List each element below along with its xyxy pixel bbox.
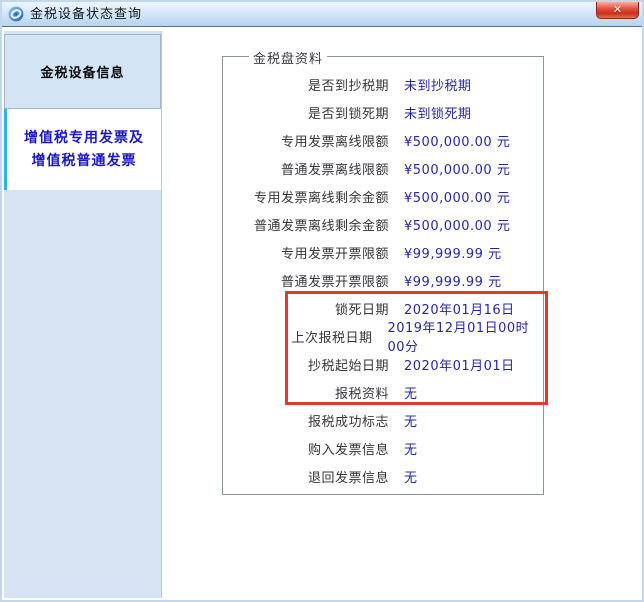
field-label: 专用发票离线限额 [280, 134, 389, 150]
field-label: 普通发票离线限额 [280, 162, 389, 178]
field-label: 报税成功标志 [307, 414, 389, 430]
table-row: 报税资料无 [223, 378, 543, 406]
sidebar: 金税设备信息 增值税专用发票及增值税普通发票 [4, 31, 162, 598]
close-button[interactable]: ✕ [596, 2, 639, 19]
field-label: 退回发票信息 [307, 470, 389, 486]
field-value: ¥500,000.00 元 [404, 162, 511, 178]
field-label: 购入发票信息 [307, 442, 389, 458]
field-value: 无 [404, 386, 418, 402]
field-label: 普通发票开票限额 [280, 274, 389, 290]
table-row: 普通发票离线剩余金额 ¥500,000.00 元 [223, 210, 543, 238]
table-row: 上次报税日期 2019年12月01日00时00分 [223, 321, 543, 355]
table-row: 退回发票信息无 [223, 462, 543, 490]
table-row: 普通发票开票限额 ¥99,999.99 元 [223, 266, 543, 294]
field-value: ¥99,999.99 元 [404, 246, 502, 262]
groupbox-title: 金税盘资料 [249, 48, 328, 67]
table-row: 专用发票开票限额 ¥99,999.99 元 [223, 238, 543, 266]
field-value: 无 [404, 442, 418, 458]
sidebar-item-device-info[interactable]: 金税设备信息 [4, 34, 161, 109]
table-row: 专用发票离线限额 ¥500,000.00 元 [223, 126, 543, 154]
field-value: ¥500,000.00 元 [404, 134, 511, 150]
field-value: 2020年01月16日 [404, 302, 515, 318]
app-window: 金税设备状态查询 ✕ 金税设备信息 增值税专用发票及增值税普通发票 金税盘资料 … [0, 0, 644, 602]
sidebar-item-vat-invoices[interactable]: 增值税专用发票及增值税普通发票 [4, 109, 161, 190]
title-bar[interactable]: 金税设备状态查询 ✕ [2, 2, 642, 27]
info-rows: 是否到抄税期 未到抄税期 是否到锁死期 未到锁死期 专用发票离线限额 ¥500,000… [223, 70, 543, 490]
close-icon: ✕ [612, 3, 623, 16]
field-value: 2020年01月01日 [404, 358, 515, 374]
field-value: 2019年12月01日00时00分 [387, 321, 530, 355]
field-value: 未到锁死期 [404, 106, 472, 122]
table-row: 抄税起始日期 2020年01月01日 [223, 350, 543, 378]
window-title: 金税设备状态查询 [30, 7, 143, 22]
field-value: 未到抄税期 [404, 78, 472, 94]
table-row: 是否到锁死期 未到锁死期 [223, 98, 543, 126]
sidebar-item-label: 金税设备信息 [40, 66, 125, 81]
field-value: ¥500,000.00 元 [404, 218, 511, 234]
table-row: 报税成功标志无 [223, 406, 543, 434]
sidebar-item-label: 增值税专用发票及增值税普通发票 [24, 130, 144, 169]
app-icon [8, 6, 24, 22]
table-row: 普通发票离线限额 ¥500,000.00 元 [223, 154, 543, 182]
groupbox-tax-disk-info: 金税盘资料 是否到抄税期 未到抄税期 是否到锁死期 未到锁死期 专用发票离线限额 ¥5… [222, 48, 544, 495]
field-label: 专用发票离线剩余金额 [253, 190, 389, 206]
field-label: 是否到锁死期 [307, 106, 389, 122]
table-row: 是否到抄税期 未到抄税期 [223, 70, 543, 98]
field-label: 抄税起始日期 [307, 358, 389, 374]
field-value: ¥500,000.00 元 [404, 190, 511, 206]
field-value: 无 [404, 470, 418, 486]
field-label: 锁死日期 [334, 302, 389, 318]
table-row: 购入发票信息无 [223, 434, 543, 462]
field-label: 专用发票开票限额 [280, 246, 389, 262]
field-label: 是否到抄税期 [307, 78, 389, 94]
field-label: 报税资料 [334, 386, 389, 402]
table-row: 专用发票离线剩余金额 ¥500,000.00 元 [223, 182, 543, 210]
field-label: 普通发票离线剩余金额 [253, 218, 389, 234]
field-label: 上次报税日期 [291, 330, 373, 346]
field-value: ¥99,999.99 元 [404, 274, 502, 290]
field-value: 无 [404, 414, 418, 430]
